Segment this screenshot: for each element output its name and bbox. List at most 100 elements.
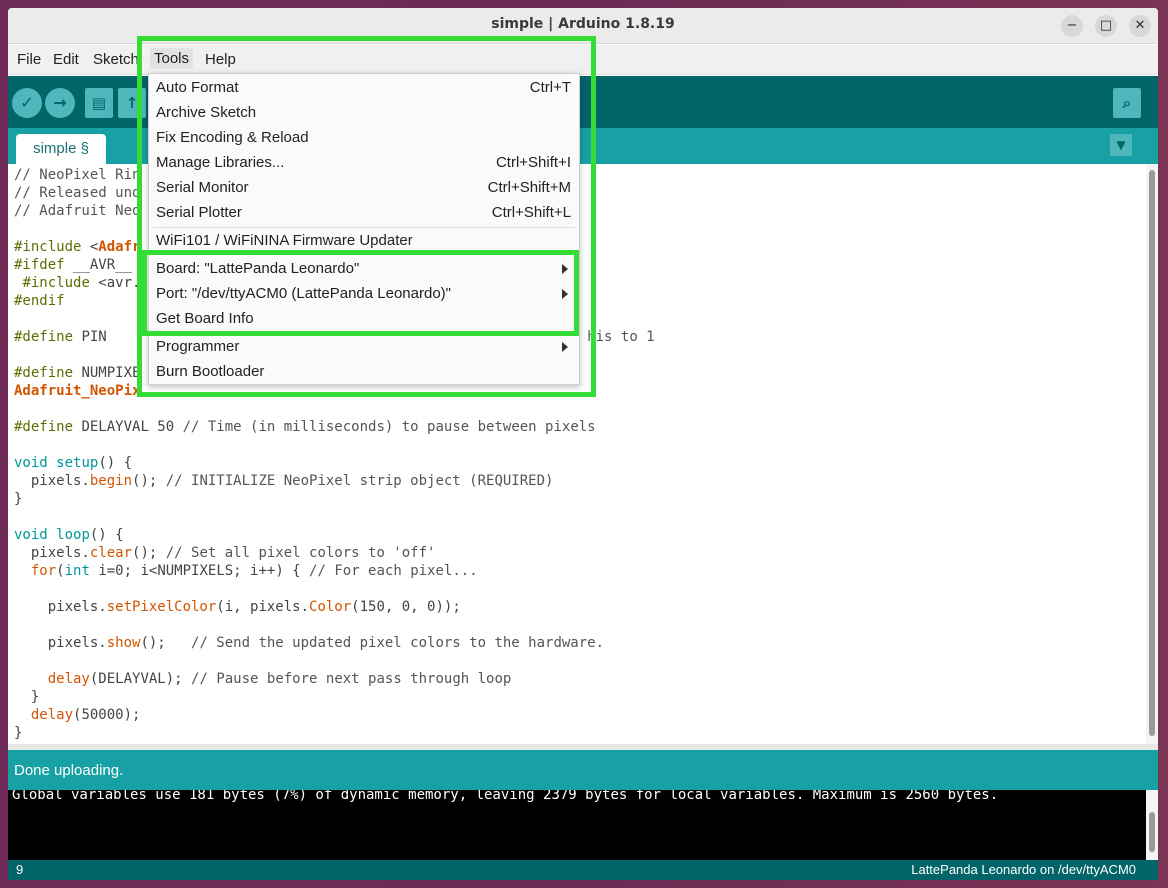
code-token: () { [89,527,124,543]
code-token: void [14,527,48,543]
editor-scrollbar[interactable] [1146,164,1158,744]
menu-fix-encoding-reload[interactable]: Fix Encoding & Reload [149,125,579,150]
menu-serial-plotter[interactable]: Serial Plotter Ctrl+Shift+L [149,200,579,225]
code-line: #ifdef __AVR__ [14,256,132,274]
code-token: PIN [73,329,107,345]
footer-bar: 9 LattePanda Leonardo on /dev/ttyACM0 [8,860,1158,880]
maximize-button[interactable]: □ [1095,15,1117,37]
submenu-arrow-icon [562,264,568,274]
code-token: int [64,563,90,579]
code-token: pixels. [14,545,90,561]
menu-port[interactable]: Port: "/dev/ttyACM0 (LattePanda Leonardo… [149,281,579,306]
code-token: loop [56,527,90,543]
code-line: #include <Adafr [14,238,140,256]
code-line: // Released und [14,184,140,202]
code-line: #define NUMPIXE [14,364,140,382]
code-token: his to 1 [587,329,655,345]
console-line: Global variables use 181 bytes (7%) of d… [12,790,999,803]
code-token: Adafr [98,239,141,255]
menu-board[interactable]: Board: "LattePanda Leonardo" [149,256,579,281]
close-button[interactable]: ✕ [1129,15,1151,37]
menu-archive-sketch[interactable]: Archive Sketch [149,100,579,125]
menu-manage-libraries[interactable]: Manage Libraries... Ctrl+Shift+I [149,150,579,175]
code-token: // Adafruit Neo [14,203,141,219]
open-sketch-button[interactable]: ↑ [118,88,146,118]
code-line: // NeoPixel Rin [14,166,140,184]
code-token: DELAYVAL 50 [73,419,183,435]
code-token: // Time (in milliseconds) to pause betwe… [182,419,596,435]
minimize-button[interactable]: − [1061,15,1083,37]
menu-tools[interactable]: Tools [150,48,194,69]
code-line: } [14,688,39,706]
new-sketch-button[interactable]: ▤ [85,88,113,118]
board-port-info: LattePanda Leonardo on /dev/ttyACM0 [911,862,1136,877]
code-token: (50000); [73,707,141,723]
code-line: Adafruit_NeoPix [14,382,140,400]
code-token: (); [132,545,166,561]
menu-edit[interactable]: Edit [53,51,79,68]
code-line: } [14,490,22,508]
code-line: pixels.setPixelColor(i, pixels.Color(150… [14,598,461,616]
menu-burn-bootloader[interactable]: Burn Bootloader [149,359,579,384]
code-token: #include [22,275,90,291]
code-token: // Pause before next pass through loop [191,671,512,687]
code-token: () { [98,455,133,471]
menu-serial-monitor[interactable]: Serial Monitor Ctrl+Shift+M [149,175,579,200]
menu-separator [153,332,575,333]
menu-bar: File Edit Sketch Tools Help [8,45,1158,75]
menu-programmer[interactable]: Programmer [149,334,579,359]
code-token: pixels. [14,635,107,651]
code-token: (); [140,635,192,651]
code-token: #define [14,419,74,435]
code-token: #include [14,239,82,255]
code-line: #include <avr. [14,274,140,292]
tab-menu-button[interactable]: ▼ [1110,134,1132,156]
menu-firmware-updater[interactable]: WiFi101 / WiFiNINA Firmware Updater [149,228,579,253]
code-token: < [81,239,99,255]
code-token: delay [30,707,74,723]
menu-separator [153,254,575,255]
editor-scroll-thumb[interactable] [1149,170,1155,736]
menu-sketch[interactable]: Sketch [93,51,139,68]
code-token: // Send the updated pixel colors to the … [191,635,605,651]
code-token: __AVR__ [64,257,133,273]
code-token: Color [309,599,352,615]
code-line: delay(50000); [14,706,141,724]
menu-auto-format[interactable]: Auto Format Ctrl+T [149,75,579,100]
code-line: void setup() { [14,454,132,472]
code-token: show [106,635,141,651]
code-line: void loop() { [14,526,124,544]
console-scrollbar[interactable] [1146,790,1158,860]
code-line: #define DELAYVAL 50 // Time (in millisec… [14,418,596,436]
console-scroll-thumb[interactable] [1149,812,1155,852]
code-token: #define [14,329,74,345]
code-token: ( [56,563,65,579]
menu-help[interactable]: Help [205,51,236,68]
submenu-arrow-icon [562,342,568,352]
code-line: for(int i=0; i<NUMPIXELS; i++) { // For … [14,562,478,580]
code-token: delay [47,671,90,687]
code-token: pixels. [14,599,107,615]
menu-get-board-info[interactable]: Get Board Info [149,306,579,331]
upload-button[interactable]: → [45,88,75,118]
code-token: i=0; i<NUMPIXELS; i++) { [89,563,310,579]
serial-monitor-button[interactable]: ⌕ [1113,88,1141,118]
tab-simple[interactable]: simple § [16,134,106,164]
tools-menu-dropdown: Auto Format Ctrl+T Archive Sketch Fix En… [148,73,580,385]
code-token: // Set all pixel colors to 'off' [165,545,436,561]
code-line: } [14,724,22,742]
status-message: Done uploading. [14,762,124,779]
title-bar: simple | Arduino 1.8.19 − □ ✕ [8,8,1158,44]
code-token: #define [14,365,74,381]
code-token: NUMPIXE [73,365,141,381]
verify-button[interactable]: ✓ [12,88,42,118]
code-token: setup [56,455,99,471]
menu-file[interactable]: File [17,51,41,68]
code-token: // For each pixel... [309,563,478,579]
code-line: pixels.show(); // Send the updated pixel… [14,634,604,652]
code-token: setPixelColor [106,599,217,615]
code-token: #endif [14,293,65,309]
chevron-down-icon: ▼ [1116,138,1126,152]
